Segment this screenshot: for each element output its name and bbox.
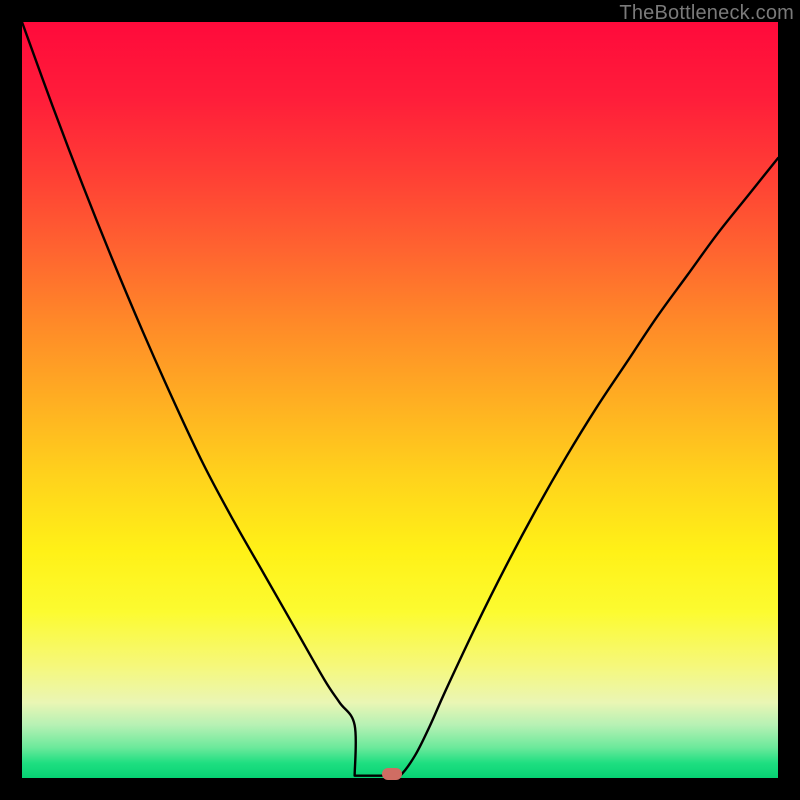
plot-area xyxy=(22,22,778,778)
bottleneck-curve xyxy=(22,22,778,778)
curve-path xyxy=(22,22,778,777)
chart-frame: TheBottleneck.com xyxy=(0,0,800,800)
watermark-text: TheBottleneck.com xyxy=(619,2,794,25)
optimal-marker xyxy=(382,768,402,780)
